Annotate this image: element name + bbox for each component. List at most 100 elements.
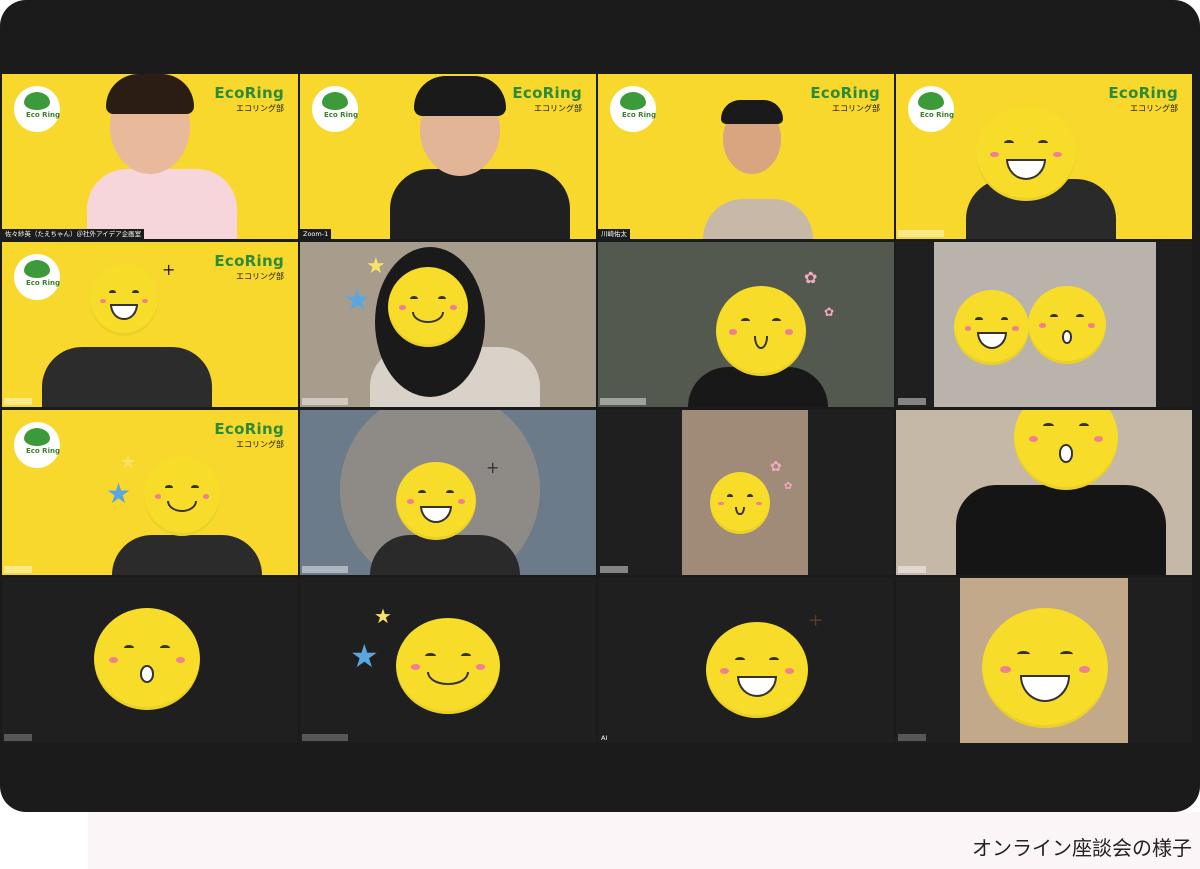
participant-body xyxy=(112,535,262,575)
brand-title: EcoRing xyxy=(214,252,284,270)
brand-banner: EcoRing エコリング部 xyxy=(214,84,284,114)
star-icon: ★ xyxy=(120,452,137,473)
brand-title: EcoRing xyxy=(512,84,582,102)
surprised-emoji-icon xyxy=(1014,410,1118,490)
star-icon: ★ xyxy=(374,604,392,628)
brand-subtitle: エコリング部 xyxy=(534,104,582,113)
participant-hair xyxy=(721,100,783,124)
image-caption: オンライン座談会の様子 xyxy=(972,836,1192,860)
logo-text: Eco Ring xyxy=(26,111,60,119)
participant-name-tag xyxy=(898,734,926,741)
participant-name-tag xyxy=(302,566,348,573)
wink-emoji-icon xyxy=(982,608,1108,728)
content-emoji-icon xyxy=(716,286,806,376)
participant-name-tag xyxy=(302,398,348,405)
participant-name-tag xyxy=(302,734,348,741)
brand-title: EcoRing xyxy=(214,420,284,438)
flower-icon: ✿ xyxy=(824,305,835,319)
video-tile-6[interactable]: ★ ★ xyxy=(300,242,596,407)
ecoring-logo: Eco Ring xyxy=(312,86,358,132)
leaf-icon xyxy=(24,428,50,446)
star-icon: ★ xyxy=(344,283,371,318)
brand-subtitle: エコリング部 xyxy=(236,440,284,449)
ecoring-logo: Eco Ring xyxy=(610,86,656,132)
video-tile-4[interactable]: Eco Ring EcoRing エコリング部 xyxy=(896,74,1192,239)
leaf-icon xyxy=(918,92,944,110)
ecoring-logo: Eco Ring xyxy=(14,254,60,300)
participant-name-tag xyxy=(898,566,926,573)
logo-text: Eco Ring xyxy=(324,111,358,119)
brand-banner: EcoRing エコリング部 xyxy=(214,252,284,282)
video-tile-11[interactable]: ✿ ✿ xyxy=(598,410,894,575)
smile-emoji-icon xyxy=(396,462,476,540)
video-tile-13[interactable] xyxy=(2,578,298,743)
brand-title: EcoRing xyxy=(810,84,880,102)
video-tile-3[interactable]: Eco Ring EcoRing エコリング部 川崎佑太 xyxy=(598,74,894,239)
video-tile-12[interactable] xyxy=(896,410,1192,575)
participant-name-tag: Zoom-1 xyxy=(300,229,332,239)
flower-icon: ✿ xyxy=(770,459,782,475)
logo-text: Eco Ring xyxy=(920,111,954,119)
smile-emoji-icon xyxy=(954,290,1029,365)
participant-name-tag: AI xyxy=(601,734,608,742)
surprised-emoji-icon xyxy=(1028,286,1106,364)
video-tile-15[interactable]: + AI xyxy=(598,578,894,743)
leaf-icon xyxy=(24,260,50,278)
brand-banner: EcoRing エコリング部 xyxy=(512,84,582,114)
surprised-emoji-icon xyxy=(94,608,200,710)
smile-emoji-icon xyxy=(706,622,808,718)
participant-name-tag xyxy=(4,734,32,741)
sparkle-icon: + xyxy=(486,458,500,477)
ecoring-logo: Eco Ring xyxy=(908,86,954,132)
leaf-icon xyxy=(322,92,348,110)
participant-name-tag xyxy=(898,398,926,405)
video-tile-9[interactable]: Eco Ring EcoRing エコリング部 ★ ★ xyxy=(2,410,298,575)
leaf-icon xyxy=(24,92,50,110)
star-icon: ★ xyxy=(350,637,379,675)
participant-hair xyxy=(106,74,194,114)
participant-hair xyxy=(414,76,506,116)
video-gallery-window: Eco Ring EcoRing エコリング部 佐々紗英（たえちゃん）＠社外アイデ… xyxy=(0,0,1200,812)
video-tile-8[interactable] xyxy=(896,242,1192,407)
sparkle-icon: + xyxy=(808,610,824,631)
leaf-icon xyxy=(620,92,646,110)
participant-name-tag: 川崎佑太 xyxy=(598,229,630,239)
brand-subtitle: エコリング部 xyxy=(1130,104,1178,113)
video-tile-10[interactable]: + xyxy=(300,410,596,575)
logo-text: Eco Ring xyxy=(622,111,656,119)
logo-text: Eco Ring xyxy=(26,447,60,455)
smile-emoji-icon xyxy=(90,264,158,336)
participant-body xyxy=(703,199,813,239)
video-tile-1[interactable]: Eco Ring EcoRing エコリング部 佐々紗英（たえちゃん）＠社外アイデ… xyxy=(2,74,298,239)
ecoring-logo: Eco Ring xyxy=(14,86,60,132)
sparkle-icon: + xyxy=(162,260,176,279)
content-emoji-icon xyxy=(710,472,770,534)
brand-subtitle: エコリング部 xyxy=(236,104,284,113)
star-icon: ★ xyxy=(106,477,132,510)
flower-icon: ✿ xyxy=(784,481,793,492)
brand-banner: EcoRing エコリング部 xyxy=(810,84,880,114)
ecoring-logo: Eco Ring xyxy=(14,422,60,468)
participant-body xyxy=(42,347,212,407)
brand-title: EcoRing xyxy=(214,84,284,102)
wink-emoji-icon xyxy=(976,106,1076,201)
participant-name-tag xyxy=(4,398,32,405)
brand-title: EcoRing xyxy=(1108,84,1178,102)
video-tile-14[interactable]: ★ ★ xyxy=(300,578,596,743)
video-tile-2[interactable]: Eco Ring EcoRing エコリング部 Zoom-1 xyxy=(300,74,596,239)
participant-name-tag xyxy=(600,566,628,573)
brand-banner: EcoRing エコリング部 xyxy=(1108,84,1178,114)
brand-subtitle: エコリング部 xyxy=(832,104,880,113)
participant-body xyxy=(370,535,520,575)
star-icon: ★ xyxy=(366,254,386,279)
yum-emoji-icon xyxy=(388,267,468,347)
brand-banner: EcoRing エコリング部 xyxy=(214,420,284,450)
video-tile-16[interactable] xyxy=(896,578,1192,743)
video-tile-5[interactable]: Eco Ring EcoRing エコリング部 + xyxy=(2,242,298,407)
participant-name-tag xyxy=(898,230,944,237)
video-tile-7[interactable]: ✿ ✿ xyxy=(598,242,894,407)
participant-name-tag xyxy=(4,566,32,573)
flower-icon: ✿ xyxy=(804,268,818,287)
participant-body xyxy=(956,485,1166,575)
brand-subtitle: エコリング部 xyxy=(236,272,284,281)
